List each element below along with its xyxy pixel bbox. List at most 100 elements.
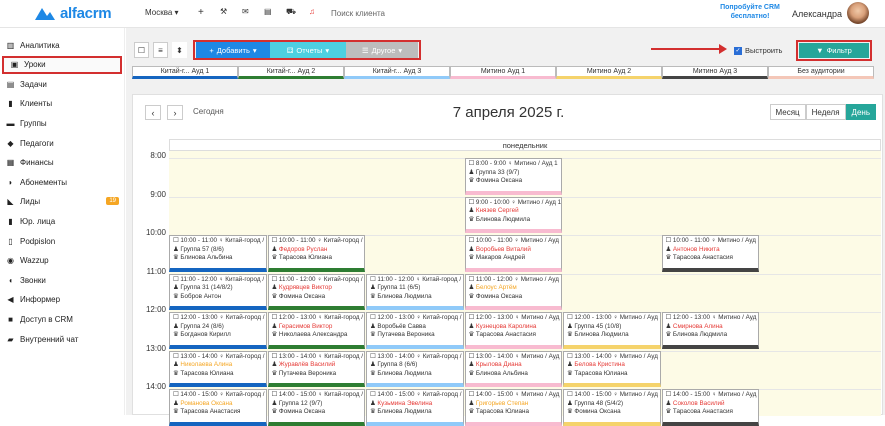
lesson-group-icon: ♟ (665, 322, 673, 330)
sidebar-item[interactable]: ▥ Аналитика (0, 36, 125, 54)
annotation-arrow (651, 44, 727, 54)
room-tab[interactable]: Митино Ауд 3 (662, 66, 768, 79)
lesson-card[interactable]: ☐ 14:00 - 15:00 ♀ Китай-город / ♟ Романов… (169, 389, 267, 426)
list-view-icon[interactable]: ≡ (153, 42, 168, 58)
sidebar-item[interactable]: ▣ Уроки (2, 55, 122, 74)
lesson-card[interactable]: ☐ 14:00 - 15:00 ♀ Китай-город / ♟ Группа … (267, 389, 365, 426)
lesson-card[interactable]: ☐ 14:00 - 15:00 ♀ Китай-город / ♟ Кузьмин… (366, 389, 464, 426)
lesson-card[interactable]: ☐ 10:00 - 11:00 ♀ Китай-город / ♟ Группа … (169, 235, 267, 272)
lesson-card[interactable]: ☐ 9:00 - 10:00 ♀ Митино / Ауд 1 ♟ Князев … (464, 196, 562, 233)
lesson-card[interactable]: ☐ 12:00 - 13:00 ♀ Митино / Ауд 1 ♟ Кузнец… (464, 312, 562, 349)
lesson-teacher-row: ♛ Николаева Александра (272, 331, 362, 340)
room-tab[interactable]: Китай-г... Ауд 1 (132, 66, 238, 79)
lesson-group: Соколов Василий (672, 399, 725, 407)
lesson-card[interactable]: ☐ 11:00 - 12:00 ♀ Китай-город / ♟ Кудрявц… (267, 273, 365, 310)
lesson-card[interactable]: ☐ 14:00 - 15:00 ♀ Митино / Ауд 3 ♟ Соколо… (661, 389, 759, 426)
lesson-time: 14:00 - 15:00 ♀ Митино / Ауд 3 (672, 391, 759, 398)
lesson-teacher-row: ♛ Тарасова Юлиана (469, 408, 559, 417)
room-tab[interactable]: Без аудитории (768, 66, 874, 79)
sidebar-item[interactable]: ▦ Финансы (0, 154, 125, 172)
sidebar-item[interactable]: ▤ Задачи (0, 75, 125, 93)
wrench-icon[interactable]: ⚒ (220, 7, 227, 16)
lesson-card[interactable]: ☐ 8:00 - 9:00 ♀ Митино / Ауд 1 ♟ Группа 3… (464, 158, 562, 195)
checkbox-icon[interactable]: ✓ (734, 46, 742, 55)
sidebar-item[interactable]: ▬ Группы (0, 114, 125, 132)
logo[interactable]: alfacrm (34, 5, 112, 22)
lesson-card[interactable]: ☐ 12:00 - 13:00 ♀ Китай-город / ♟ Воробьё… (366, 312, 464, 349)
lesson-card[interactable]: ☐ 13:00 - 14:00 ♀ Китай-город / ♟ Группа … (366, 350, 464, 387)
add-button[interactable]: + Добавить ▾ (196, 42, 270, 58)
city-select[interactable]: Москва ▾ (145, 8, 179, 17)
lesson-card[interactable]: ☐ 13:00 - 14:00 ♀ Китай-город / ♟ Николае… (169, 350, 267, 387)
promo-link[interactable]: Попробуйте CRM бесплатно! (720, 3, 780, 21)
lesson-teacher: Блинова Людмила (377, 292, 432, 300)
lesson-card[interactable]: ☐ 10:00 - 11:00 ♀ Китай-город / ♟ Федоров… (267, 235, 365, 272)
align-label: Выстроить (745, 46, 783, 55)
lesson-time-row: ☐ 14:00 - 15:00 ♀ Китай-город / (370, 391, 462, 400)
cart-icon[interactable]: ⛟ (286, 7, 296, 17)
mail-icon[interactable]: ✉ (242, 7, 249, 16)
sidebar-item[interactable]: ◀ Информер (0, 291, 125, 309)
lesson-card[interactable]: ☐ 12:00 - 13:00 ♀ Китай-город / ♟ Группа … (169, 312, 267, 349)
lesson-card[interactable]: ☐ 14:00 - 15:00 ♀ Митино / Ауд 2 ♟ Группа… (563, 389, 661, 426)
room-tab[interactable]: Китай-г... Ауд 2 (238, 66, 344, 79)
lesson-group-row: ♟ Николаева Алина (173, 361, 263, 370)
lesson-teacher: Блинова Альбина (180, 254, 233, 261)
sidebar-item[interactable]: ◣ Лиды 19 (0, 193, 125, 211)
lesson-teacher: Блинова Людмила (672, 331, 728, 338)
bell-icon[interactable]: ♫ (309, 7, 315, 16)
lesson-time-icon: ☐ (271, 237, 279, 244)
lesson-card[interactable]: ☐ 11:00 - 12:00 ♀ Митино / Ауд 1 ♟ Белоус… (464, 273, 562, 310)
room-tab[interactable]: Китай-г... Ауд 3 (344, 66, 450, 79)
room-tab[interactable]: Митино Ауд 1 (450, 66, 556, 79)
pin-icon[interactable]: ⬍ (172, 42, 187, 58)
lesson-card[interactable]: ☐ 12:00 - 13:00 ♀ Китай-город / ♟ Герасим… (267, 312, 365, 349)
other-button[interactable]: ☰ Другое ▾ (346, 42, 418, 58)
lesson-group: Группа 33 (9/7) (475, 168, 520, 176)
lesson-card[interactable]: ☐ 13:00 - 14:00 ♀ Митино / Ауд 1 ♟ Крылов… (464, 350, 562, 387)
sidebar-item-label: Аналитика (20, 40, 60, 50)
lesson-card[interactable]: ☐ 12:00 - 13:00 ♀ Митино / Ауд 2 ♟ Группа… (563, 312, 661, 349)
lesson-group-row: ♟ Группа 24 (8/6) (173, 323, 263, 332)
sidebar-item[interactable]: ◉ Wazzup (0, 252, 125, 270)
lesson-teacher: Тарасова Юлиана (475, 408, 529, 415)
ticket-icon: ◗ (8, 177, 13, 187)
plus-icon[interactable]: + (198, 7, 204, 18)
sidebar-item[interactable]: ◆ Педагоги (0, 134, 125, 152)
filter-button[interactable]: ▼ Фильтр (799, 43, 869, 58)
sidebar-item[interactable]: ▮ Юр. лица (0, 212, 125, 230)
sidebar-item[interactable]: ▰ Внутренний чат (0, 330, 125, 348)
lesson-group-row: ♟ Белоус Артём (469, 284, 559, 293)
view-month[interactable]: Месяц (769, 104, 806, 120)
room-tab[interactable]: Митино Ауд 2 (556, 66, 662, 79)
align-checkbox[interactable]: ✓ Выстроить (734, 46, 782, 55)
lesson-card[interactable]: ☐ 11:00 - 12:00 ♀ Китай-город / ♟ Группа … (169, 273, 267, 310)
avatar[interactable] (847, 2, 869, 24)
lesson-card[interactable]: ☐ 10:00 - 11:00 ♀ Митино / Ауд 1 ♟ Воробь… (464, 235, 562, 272)
user-name[interactable]: Александра (792, 9, 842, 19)
sidebar-item[interactable]: ▮ Клиенты (0, 95, 125, 113)
lesson-group-icon: ♟ (665, 399, 673, 407)
lesson-card[interactable]: ☐ 11:00 - 12:00 ♀ Китай-город / ♟ Группа … (366, 273, 464, 310)
lesson-group: Группа 8 (6/6) (377, 361, 418, 368)
lesson-teacher: Тарасова Юлиана (180, 369, 234, 377)
lesson-card[interactable]: ☐ 10:00 - 11:00 ♀ Митино / Ауд 3 ♟ Антоно… (661, 235, 759, 272)
lesson-teacher-row: ♛ Тарасова Юлиана (567, 370, 657, 379)
sidebar-item[interactable]: ◖ Звонки (0, 271, 125, 289)
lesson-teacher-row: ♛ Путачева Вероника (272, 370, 362, 379)
view-day[interactable]: День (845, 104, 876, 120)
lesson-card[interactable]: ☐ 12:00 - 13:00 ♀ Митино / Ауд 3 ♟ Смирно… (661, 312, 759, 349)
lesson-card[interactable]: ☐ 13:00 - 14:00 ♀ Китай-город / ♟ Журавлё… (267, 350, 365, 387)
sidebar-item[interactable]: ▯ Podpislon (0, 232, 125, 250)
view-week[interactable]: Неделя (805, 104, 846, 120)
lesson-teacher-row: ♛ Тарасова Анастасия (173, 408, 263, 417)
lesson-card[interactable]: ☐ 13:00 - 14:00 ♀ Митино / Ауд 2 ♟ Белова… (563, 350, 661, 387)
sidebar-item-label: Финансы (20, 158, 54, 168)
reports-button[interactable]: ⚃ Отчеты ▾ (270, 42, 346, 58)
sidebar-item[interactable]: ■ Доступ в CRM (0, 310, 125, 328)
search-input[interactable]: Поиск клиента (331, 9, 385, 18)
document-icon[interactable]: ▤ (264, 7, 272, 16)
sidebar-item[interactable]: ◗ Абонементы (0, 173, 125, 191)
lesson-card[interactable]: ☐ 14:00 - 15:00 ♀ Митино / Ауд 1 ♟ Григор… (464, 389, 562, 426)
grid-view-icon[interactable]: ☐ (134, 42, 149, 58)
